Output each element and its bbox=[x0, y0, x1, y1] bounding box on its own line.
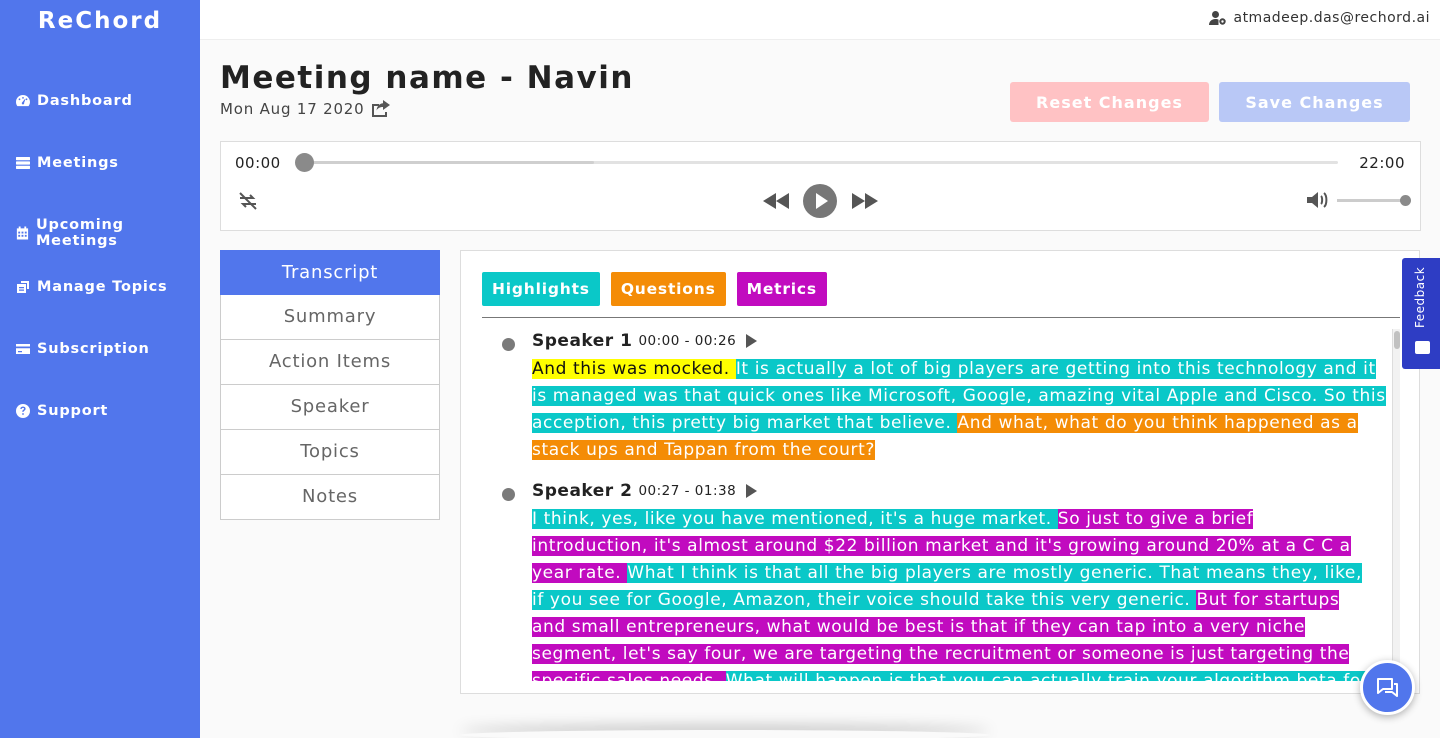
sidebar-item-meetings[interactable]: Meetings bbox=[15, 155, 119, 171]
topics-icon bbox=[17, 281, 29, 293]
transcript-panel: Highlights Questions Metrics Speaker 1 0… bbox=[460, 250, 1420, 694]
bottom-shadow bbox=[460, 730, 990, 738]
sidebar-item-support[interactable]: Support bbox=[15, 403, 108, 419]
page-title: Meeting name - Navin bbox=[220, 60, 634, 96]
meeting-date-row: Mon Aug 17 2020 bbox=[220, 99, 392, 119]
sidebar-item-manage-topics[interactable]: Manage Topics bbox=[15, 279, 168, 295]
speaker-header: Speaker 1 00:00 - 00:26 bbox=[532, 331, 758, 351]
current-time: 00:00 bbox=[235, 154, 281, 172]
fast-forward-icon[interactable] bbox=[851, 192, 879, 210]
user-cog-icon bbox=[1209, 11, 1227, 25]
speaker-header: Speaker 2 00:27 - 01:38 bbox=[532, 481, 758, 501]
volume-thumb[interactable] bbox=[1400, 195, 1411, 206]
tab-summary[interactable]: Summary bbox=[220, 295, 440, 340]
sidebar-item-label: Manage Topics bbox=[37, 279, 168, 295]
sidebar-item-dashboard[interactable]: Dashboard bbox=[15, 93, 133, 109]
share-icon[interactable] bbox=[370, 99, 392, 119]
transcript-text: And this was mocked. It is actually a lo… bbox=[532, 356, 1386, 464]
divider bbox=[482, 317, 1400, 318]
volume-slider[interactable] bbox=[1337, 199, 1407, 202]
sidebar-item-subscription[interactable]: Subscription bbox=[15, 341, 150, 357]
chat-icon bbox=[1377, 678, 1398, 697]
speaker-name: Speaker 1 bbox=[532, 331, 633, 351]
duration-time: 22:00 bbox=[1359, 154, 1405, 172]
progress-track[interactable] bbox=[295, 153, 1338, 172]
filter-metrics[interactable]: Metrics bbox=[736, 272, 827, 306]
sidebar-item-label: Upcoming Meetings bbox=[35, 217, 124, 249]
speaker-time-range: 00:00 - 00:26 bbox=[638, 333, 737, 349]
question-icon bbox=[16, 404, 30, 418]
filter-questions[interactable]: Questions bbox=[610, 272, 726, 306]
feedback-icon bbox=[1415, 341, 1430, 354]
tab-notes[interactable]: Notes bbox=[220, 475, 440, 520]
chat-launcher-button[interactable] bbox=[1360, 660, 1415, 715]
reset-changes-button[interactable]: Reset Changes bbox=[1010, 82, 1209, 122]
transcript-text: I think, yes, like you have mentioned, i… bbox=[532, 506, 1374, 681]
filter-chips: Highlights Questions Metrics bbox=[482, 272, 827, 306]
sidebar: ReChord Dashboard Meetings Upcoming Meet… bbox=[0, 0, 200, 738]
segment-play-icon[interactable] bbox=[746, 484, 758, 498]
highlight-segment[interactable]: And this was mocked. bbox=[532, 359, 736, 379]
meeting-date: Mon Aug 17 2020 bbox=[220, 100, 365, 118]
audio-player: 00:00 22:00 bbox=[220, 141, 1421, 231]
dashboard-icon bbox=[16, 95, 30, 107]
sidebar-item-upcoming-meetings[interactable]: Upcoming Meetings bbox=[15, 217, 200, 249]
list-icon bbox=[16, 157, 30, 169]
brand-logo[interactable]: ReChord bbox=[0, 8, 200, 34]
scrollbar[interactable] bbox=[1392, 329, 1400, 681]
sidebar-item-label: Support bbox=[37, 403, 109, 419]
top-bar: atmadeep.das@rechord.ai bbox=[200, 0, 1440, 40]
section-tabs: Transcript Summary Action Items Speaker … bbox=[220, 250, 440, 520]
sidebar-item-label: Meetings bbox=[37, 155, 119, 171]
speaker-name: Speaker 2 bbox=[532, 481, 633, 501]
user-email: atmadeep.das@rechord.ai bbox=[1233, 10, 1430, 26]
highlight-segment[interactable]: I think, yes, like you have mentioned, i… bbox=[532, 509, 1058, 529]
speaker-dot bbox=[502, 338, 515, 351]
save-changes-button[interactable]: Save Changes bbox=[1219, 82, 1410, 122]
progress-thumb[interactable] bbox=[295, 153, 314, 172]
filter-highlights[interactable]: Highlights bbox=[482, 272, 600, 306]
scrollbar-thumb[interactable] bbox=[1394, 331, 1400, 349]
rewind-icon[interactable] bbox=[762, 192, 790, 210]
sidebar-item-label: Subscription bbox=[37, 341, 150, 357]
feedback-tab[interactable]: Feedback bbox=[1402, 258, 1440, 369]
repeat-off-icon[interactable] bbox=[237, 191, 259, 211]
segment-play-icon[interactable] bbox=[746, 334, 758, 348]
tab-topics[interactable]: Topics bbox=[220, 430, 440, 475]
tab-action-items[interactable]: Action Items bbox=[220, 340, 440, 385]
speaker-time-range: 00:27 - 01:38 bbox=[638, 483, 737, 499]
tab-transcript[interactable]: Transcript bbox=[220, 250, 440, 295]
speaker-dot bbox=[502, 488, 515, 501]
user-menu[interactable]: atmadeep.das@rechord.ai bbox=[1209, 10, 1430, 26]
transcript-scroll-area[interactable]: Speaker 1 00:00 - 00:26 And this was moc… bbox=[482, 319, 1400, 681]
volume-icon[interactable] bbox=[1306, 190, 1330, 210]
play-icon[interactable] bbox=[802, 183, 838, 219]
calendar-icon bbox=[16, 226, 29, 240]
credit-card-icon bbox=[16, 344, 30, 354]
sidebar-item-label: Dashboard bbox=[37, 93, 133, 109]
tab-speaker[interactable]: Speaker bbox=[220, 385, 440, 430]
buffered-progress bbox=[305, 161, 595, 164]
feedback-label: Feedback bbox=[1413, 266, 1427, 328]
